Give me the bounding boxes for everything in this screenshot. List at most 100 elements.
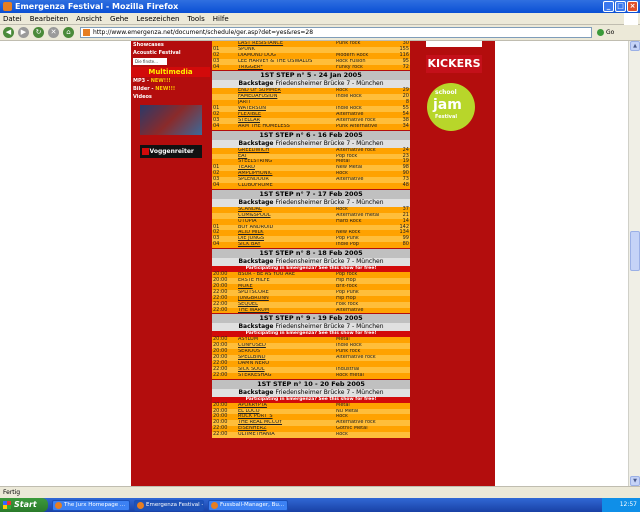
band-name-link[interactable]: THE WARUM: [238, 308, 336, 314]
forward-button[interactable]: ▶: [18, 27, 29, 38]
band-name-link[interactable]: TRIGGER*: [238, 65, 336, 71]
band-style: Rock metal: [336, 372, 364, 378]
vote-count: 48: [402, 182, 409, 189]
promo-banner-image[interactable]: [139, 105, 202, 135]
left-sidebar: Showcases Acoustic Festival Die finste..…: [131, 41, 210, 486]
sidebar-link-showcases[interactable]: Showcases: [131, 41, 210, 49]
maximize-button[interactable]: □: [615, 1, 626, 12]
venue-name: Backstage: [238, 388, 274, 396]
menu-item-tools[interactable]: Tools: [188, 15, 205, 23]
new-badge: NEW!!!: [155, 86, 176, 92]
voggenreiter-banner[interactable]: Voggenreiter: [139, 145, 202, 158]
vote-count: [396, 308, 410, 314]
band-name: STERKESHAG: [238, 372, 272, 378]
schedule-row: 22:00 ULTIMETHANIA Rock: [212, 431, 410, 438]
schedule-row: 22:00 STERKESHAG Rock metal: [212, 372, 410, 379]
right-top-banner[interactable]: [426, 41, 482, 47]
vote-count: [396, 373, 410, 379]
scroll-down-arrow[interactable]: ▼: [630, 476, 640, 486]
vote-count: [396, 432, 410, 438]
schedule-row: 04 ARM THE HOMELESS Punk Alternative 34: [212, 122, 410, 130]
sidebar-link-videos[interactable]: Videos: [131, 93, 210, 101]
status-bar: Fertig: [0, 486, 640, 498]
clock: 12:57: [619, 501, 637, 508]
window-titlebar: Emergenza Festival - Mozilla Firefox _ □…: [0, 0, 640, 13]
vote-count: 34: [402, 122, 409, 129]
schedule-row: 04 TRIGGER* Funky rock 72: [212, 63, 410, 71]
page-content: Showcases Acoustic Festival Die finste..…: [0, 41, 628, 486]
venue-address: Friedensheimer Brücke 7 - München: [275, 258, 384, 266]
schedule-column: LAST RESISTANCE Punk rock 30 01 SPUNK 155 02 DI…: [210, 41, 412, 486]
jam-main-text: jam: [433, 97, 462, 113]
row-number: 04: [213, 241, 220, 248]
row-number: 04: [213, 182, 220, 189]
go-button[interactable]: Go: [596, 27, 624, 38]
venue-address: Friedensheimer Brücke 7 - München: [275, 139, 384, 147]
mp3-label: MP3: [133, 78, 146, 84]
venue-address: Friedensheimer Brücke 7 - München: [275, 323, 384, 331]
menu-item-hilfe[interactable]: Hilfe: [213, 15, 229, 23]
step-heading: 1ST STEP n° 7 - 17 Feb 2005: [212, 189, 410, 199]
page-favicon-icon: [83, 29, 90, 36]
address-bar[interactable]: http://www.emergenza.net/document/schedu…: [80, 27, 592, 38]
jam-festival-text: Festival: [435, 114, 458, 120]
go-label: Go: [606, 29, 615, 36]
band-name: ARM THE HOMELESS: [238, 123, 290, 129]
row-number: 22:00: [213, 431, 228, 438]
band-style: Alternative: [336, 307, 364, 313]
window-title: Emergenza Festival - Mozilla Firefox: [15, 2, 179, 11]
band-style: Rock: [336, 432, 348, 438]
venue-name: Backstage: [238, 323, 274, 331]
venue-address: Friedensheimer Brücke 7 - München: [275, 80, 384, 88]
band-name: CLUBOFROME: [238, 183, 273, 189]
close-button[interactable]: ×: [627, 1, 638, 12]
menu-item-gehe[interactable]: Gehe: [110, 15, 128, 23]
row-number: 04: [213, 122, 220, 129]
reload-button[interactable]: ↻: [33, 27, 44, 38]
band-style: Punk Alternative: [336, 123, 378, 129]
find-input[interactable]: Die finste...: [133, 58, 167, 65]
back-button[interactable]: ◀: [3, 27, 14, 38]
address-url: http://www.emergenza.net/document/schedu…: [93, 29, 314, 36]
step-heading: 1ST STEP n° 10 - 20 Feb 2005: [212, 379, 410, 389]
step-heading: 1ST STEP n° 8 - 18 Feb 2005: [212, 249, 410, 259]
throbber-icon: [624, 13, 638, 25]
status-text: Fertig: [3, 489, 21, 496]
row-number: 22:00: [213, 306, 228, 313]
sidebar-link-bilder[interactable]: Bilder - NEW!!!: [131, 85, 210, 93]
system-tray: 12:57: [602, 498, 640, 512]
menu-item-bearbeiten[interactable]: Bearbeiten: [30, 15, 68, 23]
menu-item-datei[interactable]: Datei: [3, 15, 22, 23]
stop-button[interactable]: ✕: [48, 27, 59, 38]
menu-item-lesezeichen[interactable]: Lesezeichen: [137, 15, 180, 23]
new-badge: NEW!!!: [150, 78, 171, 84]
band-name: ULTIMETHANIA: [238, 432, 275, 438]
firefox-icon: [3, 2, 12, 11]
taskbar-window-button[interactable]: Fussball-Manager, Bu...: [208, 499, 288, 511]
band-name-link[interactable]: SICK BAY: [238, 242, 336, 248]
taskbar-window-button[interactable]: Emergenza Festival - ...: [134, 499, 204, 511]
menu-item-ansicht[interactable]: Ansicht: [76, 15, 102, 23]
venue-heading: Backstage Friedensheimer Brücke 7 - Münc…: [212, 258, 410, 267]
band-style: Indie Pop: [336, 242, 359, 248]
sidebar-link-mp3[interactable]: MP3 - NEW!!!: [131, 77, 210, 85]
sidebar-link-acoustic[interactable]: Acoustic Festival: [131, 49, 210, 57]
schedule-row: 04 SICK BAY Indie Pop 80: [212, 241, 410, 249]
school-jam-logo[interactable]: school jam Festival: [427, 83, 475, 131]
step-heading: 1ST STEP n° 9 - 19 Feb 2005: [212, 314, 410, 324]
start-button[interactable]: Start: [0, 498, 48, 512]
taskbar-window-button[interactable]: The Jurx Homepage ...: [52, 499, 130, 511]
schedule-row: 22:00 THE WARUM Alternative: [212, 306, 410, 314]
vote-count: 80: [402, 241, 409, 248]
band-style: [336, 183, 396, 189]
kickers-logo[interactable]: KICKERS: [426, 55, 482, 73]
vertical-scrollbar[interactable]: ▲ ▼: [628, 41, 640, 486]
scrollbar-thumb[interactable]: [630, 231, 640, 271]
menu-bar: Datei Bearbeiten Ansicht Gehe Lesezeichen Too…: [0, 13, 640, 25]
home-button[interactable]: ⌂: [63, 27, 74, 38]
row-number: 04: [213, 63, 220, 70]
scroll-up-arrow[interactable]: ▲: [630, 41, 640, 51]
venue-address: Friedensheimer Brücke 7 - München: [275, 198, 384, 206]
venue-heading: Backstage Friedensheimer Brücke 7 - Münc…: [212, 198, 410, 207]
minimize-button[interactable]: _: [603, 1, 614, 12]
